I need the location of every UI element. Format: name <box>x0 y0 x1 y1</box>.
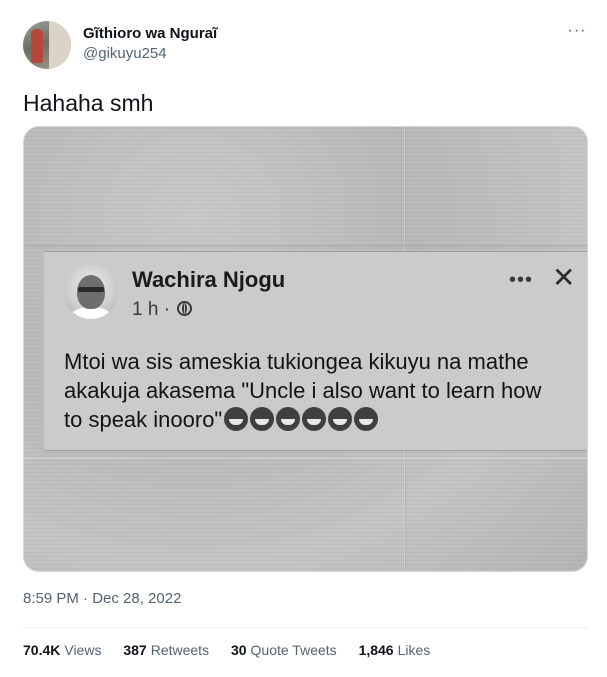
more-options-icon[interactable]: ··· <box>566 23 588 42</box>
quotes-count: 30 <box>230 642 247 658</box>
quotes-label: Quote Tweets <box>250 642 337 658</box>
author-handle[interactable]: @gikuyu254 <box>83 45 167 62</box>
post-line: Mtoi wa sis ameskia tukiongea kikuyu na … <box>64 349 529 374</box>
paper-fold <box>24 457 587 459</box>
globe-icon <box>177 301 193 316</box>
views-stat[interactable]: 70.4K Views <box>23 642 101 658</box>
laughing-emoji <box>328 407 353 431</box>
tweet-text: Hahaha smh <box>23 90 154 116</box>
post-author-avatar <box>64 265 118 319</box>
avatar-face <box>77 275 105 309</box>
post-line-last: to speak inooro" <box>64 405 584 434</box>
paper-fold <box>24 245 587 247</box>
laughing-emoji <box>276 407 301 431</box>
crying-laughing-emoji <box>224 407 249 431</box>
quote-tweets-stat[interactable]: 30 Quote Tweets <box>231 642 337 658</box>
laughing-emoji <box>302 407 327 431</box>
likes-stat[interactable]: 1,846 Likes <box>359 642 431 658</box>
views-label: Views <box>64 642 102 658</box>
post-more-icon: ••• <box>509 269 534 291</box>
post-line: to speak inooro" <box>64 407 223 432</box>
post-meta: 1 h · <box>132 299 193 321</box>
avatar-glasses <box>78 287 104 292</box>
retweets-count: 387 <box>123 642 147 658</box>
author-name[interactable]: Gĩthioro wa Nguraĩ <box>83 25 217 42</box>
post-text: Mtoi wa sis ameskia tukiongea kikuyu na … <box>64 347 584 434</box>
post-time: 1 h · <box>132 299 171 320</box>
likes-count: 1,846 <box>358 642 394 658</box>
post-line: akakuja akasema "Uncle i also want to le… <box>64 378 542 403</box>
avatar-background <box>49 21 71 69</box>
avatar-figure <box>31 29 43 63</box>
laughing-emoji <box>354 407 379 431</box>
post-author-name: Wachira Njogu <box>132 267 286 292</box>
tweet-timestamp[interactable]: 8:59 PM · Dec 28, 2022 <box>23 590 181 607</box>
tweet-media-image[interactable]: Wachira Njogu 1 h · ••• ✕ Mtoi wa sis am… <box>23 126 588 572</box>
crying-laughing-emoji <box>250 407 275 431</box>
facebook-post-screenshot: Wachira Njogu 1 h · ••• ✕ Mtoi wa sis am… <box>44 251 587 451</box>
divider <box>23 627 588 628</box>
author-avatar[interactable] <box>23 21 71 69</box>
tweet-stats: 70.4K Views 387 Retweets 30 Quote Tweets 1,… <box>23 642 448 658</box>
retweets-stat[interactable]: 387 Retweets <box>123 642 209 658</box>
likes-label: Likes <box>397 642 431 658</box>
tweet: Gĩthioro wa Nguraĩ @gikuyu254 ··· Hahaha… <box>0 0 607 677</box>
views-count: 70.4K <box>23 642 61 658</box>
close-icon: ✕ <box>552 262 576 293</box>
retweets-label: Retweets <box>150 642 210 658</box>
